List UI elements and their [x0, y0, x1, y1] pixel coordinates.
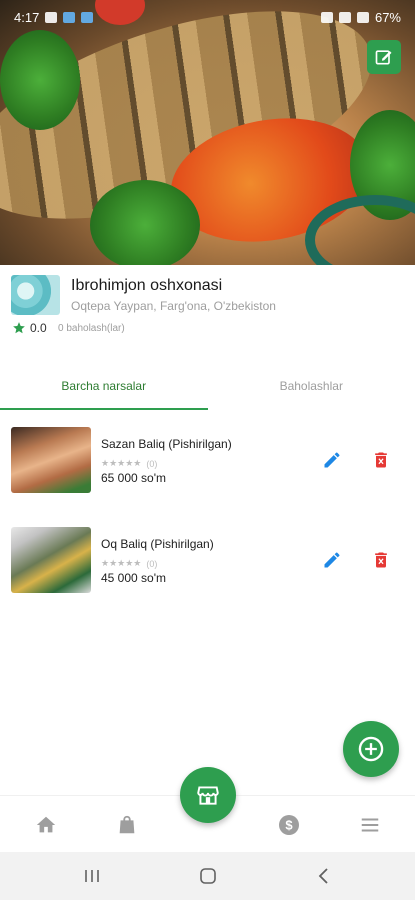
star-icon	[13, 322, 25, 334]
tab-bar: Barcha narsalar Baholashlar	[0, 362, 415, 410]
back-button[interactable]	[312, 864, 336, 888]
svg-text:$: $	[285, 818, 293, 833]
lock-icon	[320, 11, 333, 23]
restaurant-name: Ibrohimjon oshxonasi	[71, 277, 223, 294]
recent-apps-button[interactable]	[80, 864, 104, 888]
dollar-circle-icon: $	[279, 815, 299, 835]
nav-orders[interactable]	[114, 813, 140, 837]
product-rating: ★★★★★ (0)	[101, 458, 157, 469]
home-icon	[36, 816, 56, 833]
edit-restaurant-button[interactable]	[367, 40, 401, 74]
wifi-icon	[338, 11, 351, 23]
list-item[interactable]: Sazan Baliq (Pishirilgan) ★★★★★ (0) 65 0…	[0, 425, 415, 525]
product-price: 65 000 so'm	[101, 471, 166, 485]
gallery-notification-icon	[45, 11, 58, 23]
rating-value: 0.0	[30, 321, 47, 335]
status-bar: 4:17 67%	[0, 0, 415, 34]
nav-menu[interactable]	[357, 813, 383, 837]
home-system-button[interactable]	[196, 864, 220, 888]
product-image	[11, 527, 91, 593]
battery-level: 67%	[374, 9, 401, 25]
tab-label: Baholashlar	[279, 379, 343, 393]
restaurant-logo	[11, 275, 60, 315]
shopping-bag-icon	[119, 815, 135, 834]
tab-all-items[interactable]: Barcha narsalar	[0, 362, 208, 410]
delete-product-button[interactable]	[371, 549, 391, 571]
restaurant-cover-image	[0, 0, 415, 265]
trash-icon	[375, 552, 387, 568]
recent-apps-icon	[85, 870, 99, 882]
add-product-button[interactable]	[343, 721, 399, 777]
store-icon	[197, 786, 219, 805]
plus-circle-icon	[358, 736, 384, 762]
nav-finance[interactable]: $	[276, 813, 302, 837]
list-item[interactable]: Oq Baliq (Pishirilgan) ★★★★★ (0) 45 000 …	[0, 525, 415, 625]
product-rating-count: (0)	[146, 558, 158, 569]
rating-count: 0 baholash(lar)	[58, 323, 125, 334]
restaurant-rating: 0.0	[12, 321, 47, 335]
star-icons: ★★★★★	[101, 458, 142, 468]
edit-product-button[interactable]	[322, 550, 342, 570]
product-rating: ★★★★★ (0)	[101, 558, 157, 569]
product-rating-count: (0)	[146, 458, 158, 469]
signal-icon	[356, 11, 369, 23]
edit-product-button[interactable]	[322, 450, 342, 470]
app-notification-icon	[81, 11, 94, 23]
product-title: Sazan Baliq (Pishirilgan)	[101, 437, 232, 451]
star-icons: ★★★★★	[101, 558, 142, 568]
product-list: Sazan Baliq (Pishirilgan) ★★★★★ (0) 65 0…	[0, 425, 415, 625]
store-button[interactable]	[180, 767, 236, 823]
trash-icon	[375, 452, 387, 468]
pencil-icon	[324, 452, 340, 468]
product-price: 45 000 so'm	[101, 571, 166, 585]
back-chevron-icon	[318, 868, 328, 884]
product-title: Oq Baliq (Pishirilgan)	[101, 537, 214, 551]
status-time: 4:17	[14, 9, 40, 25]
pencil-icon	[324, 552, 340, 568]
nav-home[interactable]	[33, 813, 59, 837]
delete-product-button[interactable]	[371, 449, 391, 471]
system-navigation-bar	[0, 852, 415, 900]
home-square-icon	[200, 868, 216, 884]
tab-reviews[interactable]: Baholashlar	[208, 362, 415, 410]
restaurant-info: Ibrohimjon oshxonasi Oqtepa Yaypan, Farg…	[0, 265, 415, 345]
restaurant-address: Oqtepa Yaypan, Farg'ona, O'zbekiston	[71, 299, 276, 313]
edit-square-icon	[375, 50, 392, 65]
tab-label: Barcha narsalar	[61, 379, 147, 393]
product-image	[11, 427, 91, 493]
app-notification-icon	[63, 11, 76, 23]
hamburger-menu-icon	[361, 818, 379, 832]
